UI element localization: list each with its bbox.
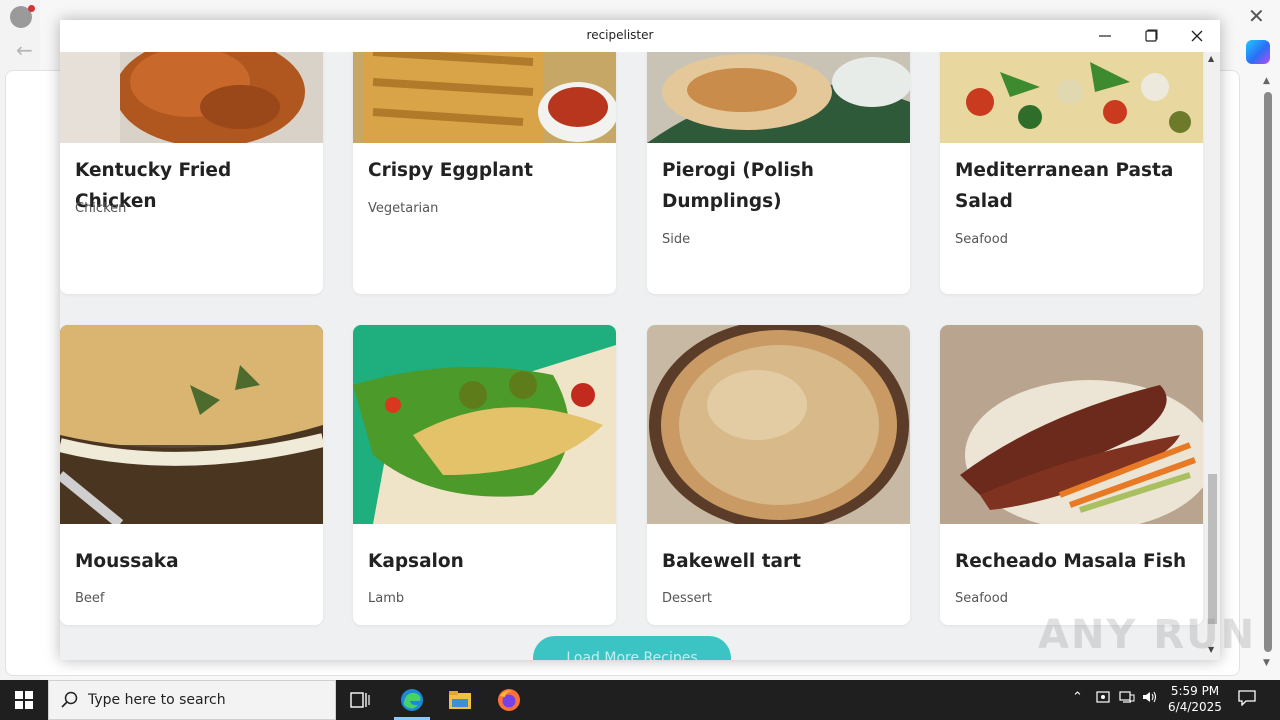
taskbar-search[interactable]: Type here to search — [48, 680, 336, 720]
recipe-image — [647, 325, 910, 530]
browser-scrollbar[interactable]: ▲ ▼ — [1262, 76, 1274, 674]
windows-logo-icon — [15, 691, 33, 709]
recipe-image — [647, 52, 910, 143]
recipe-category: Side — [662, 232, 691, 247]
recipe-card[interactable]: Kentucky Fried Chicken Chicken — [60, 52, 323, 294]
recipe-image — [60, 325, 323, 528]
edge-icon[interactable] — [392, 684, 432, 716]
meeting-icon[interactable] — [1096, 690, 1110, 708]
recipe-image — [940, 52, 1203, 143]
recipe-card[interactable]: Crispy Eggplant Vegetarian — [353, 52, 616, 294]
load-more-button[interactable]: Load More Recipes — [533, 636, 731, 660]
clock-time: 5:59 PM — [1170, 684, 1220, 698]
browser-close-icon[interactable]: ✕ — [1248, 4, 1265, 28]
recipe-card[interactable]: Pierogi (Polish Dumplings) Side — [647, 52, 910, 294]
scroll-down-icon[interactable]: ▼ — [1263, 658, 1270, 668]
recipe-name: Pierogi (Polish Dumplings) — [662, 160, 814, 212]
clock-date: 6/4/2025 — [1168, 700, 1222, 714]
recipe-name: Recheado Masala Fish — [955, 551, 1187, 572]
notification-dot — [28, 5, 35, 12]
recipe-image — [940, 325, 1203, 530]
notifications-icon[interactable] — [1238, 690, 1256, 710]
minimize-button[interactable] — [1082, 20, 1128, 52]
recipe-name: Mediterranean Pasta Salad — [955, 160, 1174, 212]
close-icon — [1191, 30, 1203, 42]
window-title: recipelister — [586, 28, 654, 42]
content-scrollbar-thumb[interactable] — [1208, 474, 1217, 624]
recipe-category: Beef — [75, 591, 105, 606]
recipe-category: Seafood — [955, 591, 1008, 606]
search-placeholder: Type here to search — [88, 692, 226, 708]
recipe-category: Dessert — [662, 591, 712, 606]
close-button[interactable] — [1174, 20, 1220, 52]
app-window: recipelister Kentucky Fried Chicken Chic… — [60, 20, 1220, 660]
taskbar-clock[interactable]: 5:59 PM 6/4/2025 — [1160, 683, 1230, 715]
scroll-up-icon[interactable]: ▲ — [1263, 76, 1270, 86]
recipe-name: Crispy Eggplant — [368, 160, 534, 181]
minimize-icon — [1099, 35, 1111, 37]
recipe-name: Moussaka — [75, 551, 179, 572]
maximize-button[interactable] — [1128, 20, 1174, 52]
recipe-image — [60, 52, 323, 147]
maximize-icon — [1145, 29, 1158, 42]
recipe-card[interactable]: Bakewell tart Dessert — [647, 325, 910, 625]
scroll-up-icon[interactable]: ▲ — [1208, 54, 1214, 63]
recipe-image — [353, 52, 616, 143]
recipe-name: Kapsalon — [368, 551, 464, 572]
recipe-image — [353, 325, 616, 524]
tray-chevron-icon[interactable]: ⌃ — [1072, 690, 1083, 705]
browser-scrollbar-thumb[interactable] — [1264, 92, 1272, 652]
search-icon — [61, 691, 79, 713]
firefox-icon[interactable] — [489, 684, 529, 716]
recipe-name: Bakewell tart — [662, 551, 801, 572]
recipe-category: Vegetarian — [368, 201, 439, 216]
recipe-category: Lamb — [368, 591, 405, 606]
back-arrow-icon[interactable]: ← — [16, 38, 33, 62]
recipe-card[interactable]: Kapsalon Lamb — [353, 325, 616, 625]
recipe-card[interactable]: Mediterranean Pasta Salad Seafood — [940, 52, 1203, 294]
recipe-category: Chicken — [75, 201, 127, 216]
volume-icon[interactable] — [1142, 690, 1158, 708]
network-icon[interactable] — [1119, 690, 1135, 708]
title-bar: recipelister — [60, 20, 1220, 52]
start-button[interactable] — [0, 680, 48, 720]
recipe-card[interactable]: Recheado Masala Fish Seafood — [940, 325, 1203, 625]
recipe-category: Seafood — [955, 232, 1008, 247]
recipe-grid: Kentucky Fried Chicken Chicken Crispy Eg… — [60, 52, 1205, 660]
file-explorer-icon[interactable] — [440, 684, 480, 716]
copilot-icon[interactable] — [1246, 40, 1270, 64]
content-scrollbar[interactable]: ▲ ▼ — [1205, 52, 1220, 660]
task-view-icon[interactable] — [340, 684, 380, 716]
watermark: ANY RUN — [1038, 612, 1257, 658]
recipe-card[interactable]: Moussaka Beef — [60, 325, 323, 625]
taskbar: Type here to search ⌃ 5:59 PM 6/4/2025 — [0, 680, 1280, 720]
